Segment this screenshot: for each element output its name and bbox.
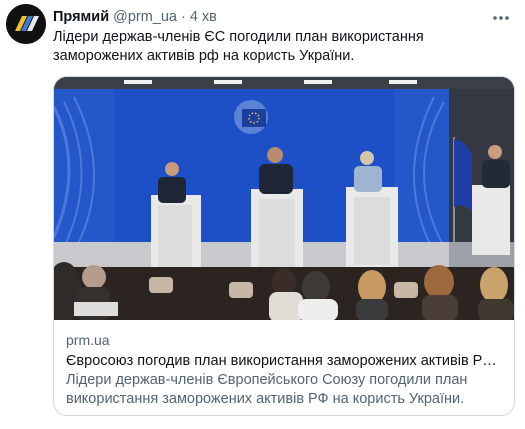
tweet-header: Прямий @prm_ua · 4 хв: [53, 9, 217, 29]
card-description: Лідери держав-членів Європейського Союзу…: [66, 372, 468, 407]
pryamiy-logo-icon: [6, 4, 46, 44]
author-handle[interactable]: @prm_ua: [113, 9, 177, 25]
link-card[interactable]: prm.ua Євросоюз погодив план використанн…: [53, 76, 515, 416]
card-domain: prm.ua: [66, 332, 110, 348]
timestamp[interactable]: 4 хв: [190, 9, 217, 25]
card-meta: prm.ua Євросоюз погодив план використанн…: [66, 331, 506, 409]
card-image[interactable]: [54, 77, 514, 320]
author-name[interactable]: Прямий: [53, 9, 109, 25]
more-button[interactable]: [491, 10, 511, 26]
more-dots-icon: [493, 16, 509, 20]
avatar[interactable]: [6, 4, 46, 44]
separator-dot: ·: [181, 9, 186, 25]
tweet-text: Лідери держав-членів ЄС погодили план ви…: [53, 29, 424, 64]
tweet[interactable]: Прямий @prm_ua · 4 хв Лідери держав-член…: [0, 0, 525, 429]
card-title[interactable]: Євросоюз погодив план використання замор…: [66, 352, 506, 371]
